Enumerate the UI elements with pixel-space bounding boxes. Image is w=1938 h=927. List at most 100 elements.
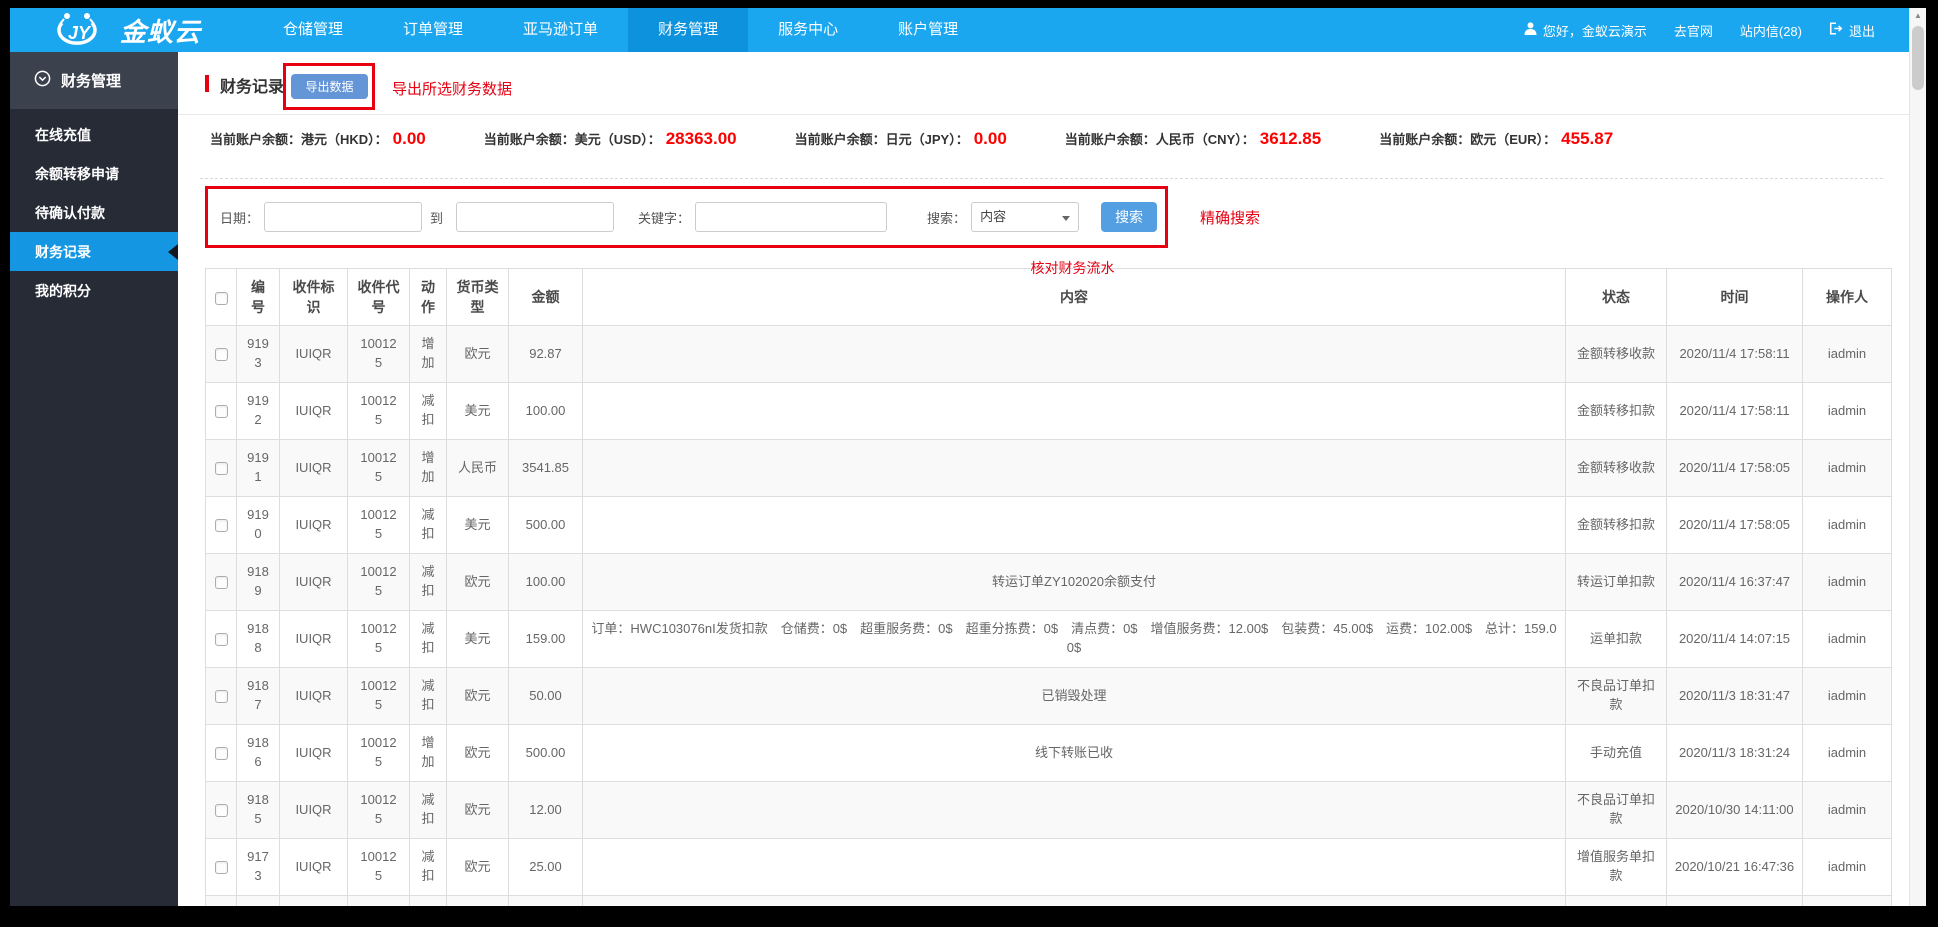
balance-value: 0.00 bbox=[393, 129, 426, 148]
scroll-up-arrow-icon[interactable]: ▲ bbox=[1910, 8, 1926, 24]
row-checkbox[interactable] bbox=[215, 519, 228, 532]
cell-content bbox=[583, 326, 1566, 383]
sidebar-item[interactable]: 在线充值 bbox=[10, 115, 178, 154]
cell-operator: iadmin bbox=[1803, 782, 1892, 839]
date-from-input[interactable] bbox=[264, 202, 422, 232]
search-button[interactable]: 搜索 bbox=[1101, 202, 1157, 232]
cell-action: 增加 bbox=[410, 725, 447, 782]
nav-item[interactable]: 财务管理 bbox=[628, 8, 748, 52]
date-label: 日期： bbox=[220, 208, 259, 227]
cell-id: 9173 bbox=[237, 839, 280, 896]
sidebar-section-header[interactable]: 财务管理 bbox=[10, 52, 178, 109]
user-greeting[interactable]: 您好，金蚁云演示 bbox=[1524, 21, 1647, 40]
export-data-button[interactable]: 导出数据 bbox=[291, 74, 368, 99]
top-navbar: JY 金蚁云 仓储管理 订单管理 亚马逊订单 财务管理 服务中心 账户管理 bbox=[10, 8, 1909, 52]
cell-action: 增加 bbox=[410, 440, 447, 497]
nav-item[interactable]: 订单管理 bbox=[373, 8, 493, 52]
cell-recipient-code: 100125 bbox=[348, 668, 410, 725]
navbar-right: 您好，金蚁云演示 去官网 站内信(28) 退出 bbox=[1524, 21, 1875, 40]
cell-currency: 人民币 bbox=[447, 440, 509, 497]
sidebar-item[interactable]: 财务记录 bbox=[10, 232, 178, 271]
column-header: 操作人 bbox=[1803, 269, 1892, 326]
cell-content bbox=[583, 839, 1566, 896]
cell-operator: iadmin bbox=[1803, 725, 1892, 782]
user-icon bbox=[1524, 22, 1537, 38]
search-type-select[interactable]: 内容 bbox=[971, 202, 1079, 232]
finance-records-table: 编号 收件标识 收件代号 动作 货币类型 金额 内容 bbox=[205, 268, 1892, 906]
balance-label: 当前账户余额：港元（HKD）： bbox=[210, 132, 388, 147]
row-checkbox[interactable] bbox=[215, 804, 228, 817]
column-header: 状态 bbox=[1566, 269, 1667, 326]
official-site-link[interactable]: 去官网 bbox=[1674, 21, 1713, 40]
cell-currency: 欧元 bbox=[447, 782, 509, 839]
header-checkbox-cell bbox=[206, 269, 237, 326]
sidebar-item[interactable]: 我的积分 bbox=[10, 271, 178, 310]
cell-time: 2020/11/4 17:58:05 bbox=[1667, 497, 1803, 554]
logout-icon bbox=[1829, 22, 1843, 38]
column-header: 时间 bbox=[1667, 269, 1803, 326]
table-row: 9173 IUIQR 100125 减扣 欧元 25.00 增值服务单扣款 20… bbox=[206, 839, 1892, 896]
annotation-export-label: 导出所选财务数据 bbox=[392, 78, 512, 99]
site-messages-link[interactable]: 站内信(28) bbox=[1740, 21, 1802, 40]
svg-text:JY: JY bbox=[68, 23, 92, 43]
cell-action: 减扣 bbox=[410, 782, 447, 839]
nav-item[interactable]: 账户管理 bbox=[868, 8, 988, 52]
cell-checkbox bbox=[206, 554, 237, 611]
search-type-label: 搜索： bbox=[927, 208, 966, 227]
cell-recipient-mark: IUIQR bbox=[280, 497, 348, 554]
vertical-scrollbar[interactable]: ▲ bbox=[1909, 8, 1926, 906]
table-row: 9191 IUIQR 100125 增加 人民币 3541.85 金额转移收款 … bbox=[206, 440, 1892, 497]
keyword-input[interactable] bbox=[695, 202, 887, 232]
date-to-input[interactable] bbox=[456, 202, 614, 232]
keyword-label: 关键字： bbox=[638, 208, 690, 227]
row-checkbox[interactable] bbox=[215, 690, 228, 703]
cell-recipient-code: 100125 bbox=[348, 497, 410, 554]
app-logo[interactable]: JY 金蚁云 bbox=[44, 10, 201, 51]
cell-status: 手动充值 bbox=[1566, 725, 1667, 782]
cell-status: 不良品订单扣款 bbox=[1566, 782, 1667, 839]
row-checkbox[interactable] bbox=[215, 348, 228, 361]
cell-content bbox=[583, 497, 1566, 554]
date-to-label: 到 bbox=[430, 208, 443, 227]
column-header: 编号 bbox=[237, 269, 280, 326]
row-checkbox[interactable] bbox=[215, 576, 228, 589]
select-all-checkbox[interactable] bbox=[215, 292, 228, 305]
row-checkbox[interactable] bbox=[215, 405, 228, 418]
balance-label: 当前账户余额：日元（JPY）： bbox=[795, 132, 969, 147]
sidebar-item[interactable]: 余额转移申请 bbox=[10, 154, 178, 193]
cell-recipient-mark: IUIQR bbox=[280, 782, 348, 839]
cell-checkbox bbox=[206, 383, 237, 440]
nav-item[interactable]: 仓储管理 bbox=[253, 8, 373, 52]
cell-amount: 50.00 bbox=[509, 668, 583, 725]
sidebar-item[interactable]: 待确认付款 bbox=[10, 193, 178, 232]
main-content: 财务记录 导出数据 导出所选财务数据 当前账户余额：港元（HKD）：0.00 当… bbox=[178, 52, 1909, 906]
nav-item[interactable]: 服务中心 bbox=[748, 8, 868, 52]
row-checkbox[interactable] bbox=[215, 462, 228, 475]
annotation-box-search-form: 日期： 到 关键字： 搜索： 内容 搜索 bbox=[205, 186, 1168, 248]
row-checkbox[interactable] bbox=[215, 633, 228, 646]
row-checkbox[interactable] bbox=[215, 861, 228, 874]
cell-time: 2020/10/21 16:47:36 bbox=[1667, 839, 1803, 896]
cell-operator: iadmin bbox=[1803, 611, 1892, 668]
cell-content bbox=[583, 383, 1566, 440]
cell-checkbox bbox=[206, 782, 237, 839]
cell-recipient-code: 100125 bbox=[348, 554, 410, 611]
logout-link[interactable]: 退出 bbox=[1829, 21, 1875, 40]
cell-recipient-mark: IUIQR bbox=[280, 668, 348, 725]
cell-id: 9192 bbox=[237, 383, 280, 440]
cell-currency: 美元 bbox=[447, 497, 509, 554]
nav-item[interactable]: 亚马逊订单 bbox=[493, 8, 628, 52]
cell-time: 2020/11/3 18:31:47 bbox=[1667, 668, 1803, 725]
row-checkbox[interactable] bbox=[215, 747, 228, 760]
table-row: 9190 IUIQR 100125 减扣 美元 500.00 金额转移扣款 20… bbox=[206, 497, 1892, 554]
cell-time: 2020/11/4 16:37:47 bbox=[1667, 554, 1803, 611]
balance-label: 当前账户余额：人民币（CNY）： bbox=[1065, 132, 1255, 147]
cell-checkbox bbox=[206, 497, 237, 554]
table-row: 9189 IUIQR 100125 减扣 欧元 100.00 转运订单ZY102… bbox=[206, 554, 1892, 611]
scrollbar-thumb[interactable] bbox=[1912, 26, 1924, 90]
cell-operator: iadmin bbox=[1803, 383, 1892, 440]
cell-recipient-mark: IUIQR bbox=[280, 554, 348, 611]
cell-id: 9185 bbox=[237, 782, 280, 839]
cell-content: 转运订单ZY102020余额支付 bbox=[583, 554, 1566, 611]
table-row: 9187 IUIQR 100125 减扣 欧元 50.00 已销毁处理 不良品订… bbox=[206, 668, 1892, 725]
